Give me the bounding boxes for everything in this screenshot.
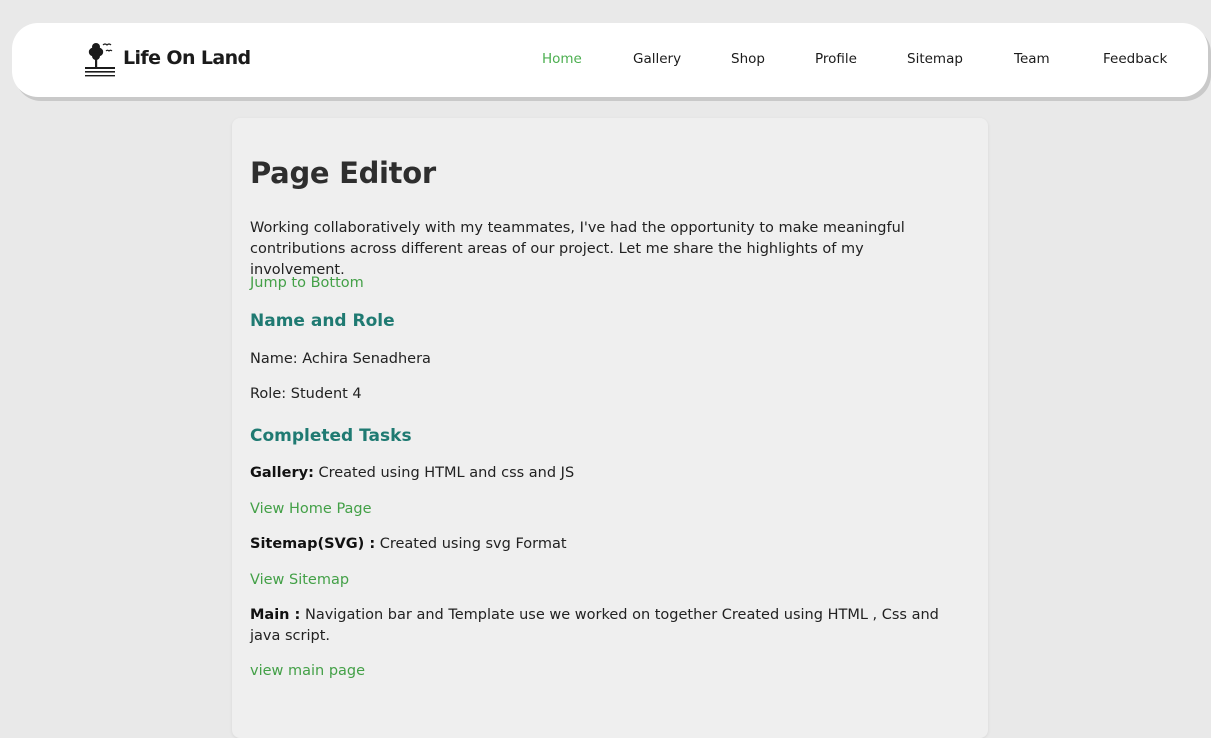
task-description: Created using HTML and css and JS [313, 465, 575, 481]
name-line: Name: Achira Senadhera [250, 351, 431, 367]
task-sitemap: Sitemap(SVG) : Created using svg Format [250, 536, 567, 552]
content-card: Page Editor Working collaboratively with… [232, 118, 988, 738]
page-title: Page Editor [250, 156, 436, 190]
task-label: Main : [250, 607, 301, 623]
task-description: Navigation bar and Template use we worke… [250, 607, 939, 644]
task-gallery: Gallery: Created using HTML and css and … [250, 465, 574, 481]
view-home-page-link[interactable]: View Home Page [250, 501, 372, 517]
brand-name: Life On Land [123, 47, 251, 69]
role-line: Role: Student 4 [250, 386, 362, 402]
nav-team[interactable]: Team [1014, 51, 1050, 67]
brand-logo[interactable]: Life On Land [84, 37, 251, 79]
view-main-page-link[interactable]: view main page [250, 663, 365, 679]
section-heading-completed-tasks: Completed Tasks [250, 426, 412, 446]
section-heading-name-role: Name and Role [250, 311, 395, 331]
view-sitemap-link[interactable]: View Sitemap [250, 572, 349, 588]
task-label: Gallery: [250, 465, 314, 481]
task-main: Main : Navigation bar and Template use w… [250, 605, 970, 647]
nav-profile[interactable]: Profile [815, 51, 857, 67]
nav-shop[interactable]: Shop [731, 51, 765, 67]
nav-sitemap[interactable]: Sitemap [907, 51, 963, 67]
jump-to-bottom-link[interactable]: Jump to Bottom [250, 275, 364, 291]
navbar: Life On Land Home Gallery Shop Profile S… [12, 23, 1208, 97]
nav-feedback[interactable]: Feedback [1103, 51, 1167, 67]
task-label: Sitemap(SVG) : [250, 536, 376, 552]
nav-gallery[interactable]: Gallery [633, 51, 681, 67]
nav-home[interactable]: Home [542, 51, 582, 67]
tree-logo-icon [85, 43, 115, 77]
intro-paragraph: Working collaboratively with my teammate… [250, 220, 905, 278]
task-description: Created using svg Format [375, 536, 567, 552]
